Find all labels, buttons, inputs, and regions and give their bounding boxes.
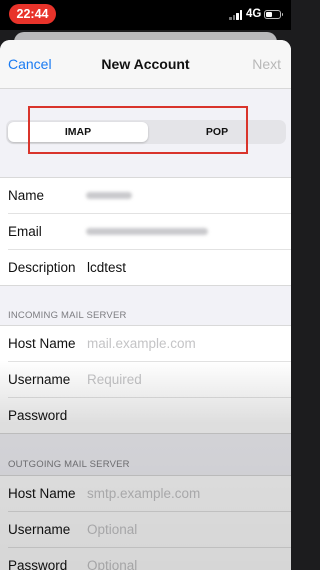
battery-icon bbox=[264, 10, 283, 19]
outgoing-server-group: Host Name smtp.example.com Username Opti… bbox=[0, 475, 291, 570]
status-bar: 22:44 4G bbox=[0, 0, 291, 30]
name-label: Name bbox=[8, 188, 45, 203]
email-row[interactable]: Email bbox=[8, 214, 291, 250]
cellular-signal-icon bbox=[229, 10, 243, 20]
outgoing-username-row[interactable]: Username Optional bbox=[8, 512, 291, 548]
name-row[interactable]: Name bbox=[8, 178, 291, 214]
outgoing-password-field[interactable]: Optional bbox=[87, 558, 137, 570]
navigation-bar: Cancel New Account Next bbox=[0, 40, 291, 89]
email-label: Email bbox=[8, 224, 42, 239]
outgoing-server-header: OUTGOING MAIL SERVER bbox=[8, 459, 130, 470]
incoming-username-field[interactable]: Required bbox=[87, 372, 142, 387]
incoming-password-row[interactable]: Password bbox=[8, 398, 291, 433]
next-button[interactable]: Next bbox=[252, 56, 281, 72]
incoming-server-header: INCOMING MAIL SERVER bbox=[8, 310, 127, 321]
outgoing-username-label: Username bbox=[8, 522, 71, 537]
annotation-highlight-box bbox=[28, 106, 248, 154]
page-title: New Account bbox=[101, 56, 190, 72]
incoming-host-label: Host Name bbox=[8, 336, 76, 351]
incoming-server-group: Host Name mail.example.com Username Requ… bbox=[0, 325, 291, 434]
outgoing-username-field[interactable]: Optional bbox=[87, 522, 137, 537]
outgoing-password-row[interactable]: Password Optional bbox=[8, 548, 291, 570]
outgoing-host-label: Host Name bbox=[8, 486, 76, 501]
outgoing-host-row[interactable]: Host Name smtp.example.com bbox=[8, 476, 291, 512]
incoming-host-field[interactable]: mail.example.com bbox=[87, 336, 196, 351]
email-value-redacted bbox=[86, 228, 208, 235]
outgoing-password-label: Password bbox=[8, 558, 68, 570]
description-label: Description bbox=[8, 260, 76, 275]
incoming-username-label: Username bbox=[8, 372, 71, 387]
network-type: 4G bbox=[246, 8, 262, 20]
outgoing-host-field[interactable]: smtp.example.com bbox=[87, 486, 200, 501]
incoming-username-row[interactable]: Username Required bbox=[8, 362, 291, 398]
status-time: 22:44 bbox=[9, 4, 56, 24]
incoming-host-row[interactable]: Host Name mail.example.com bbox=[8, 326, 291, 362]
description-row[interactable]: Description lcdtest bbox=[8, 250, 291, 285]
name-value-redacted bbox=[86, 192, 132, 199]
new-account-sheet: Cancel New Account Next IMAP POP Name Em… bbox=[0, 40, 291, 570]
description-field[interactable]: lcdtest bbox=[87, 260, 126, 275]
incoming-password-label: Password bbox=[8, 408, 68, 423]
account-info-group: Name Email Description lcdtest bbox=[0, 177, 291, 286]
